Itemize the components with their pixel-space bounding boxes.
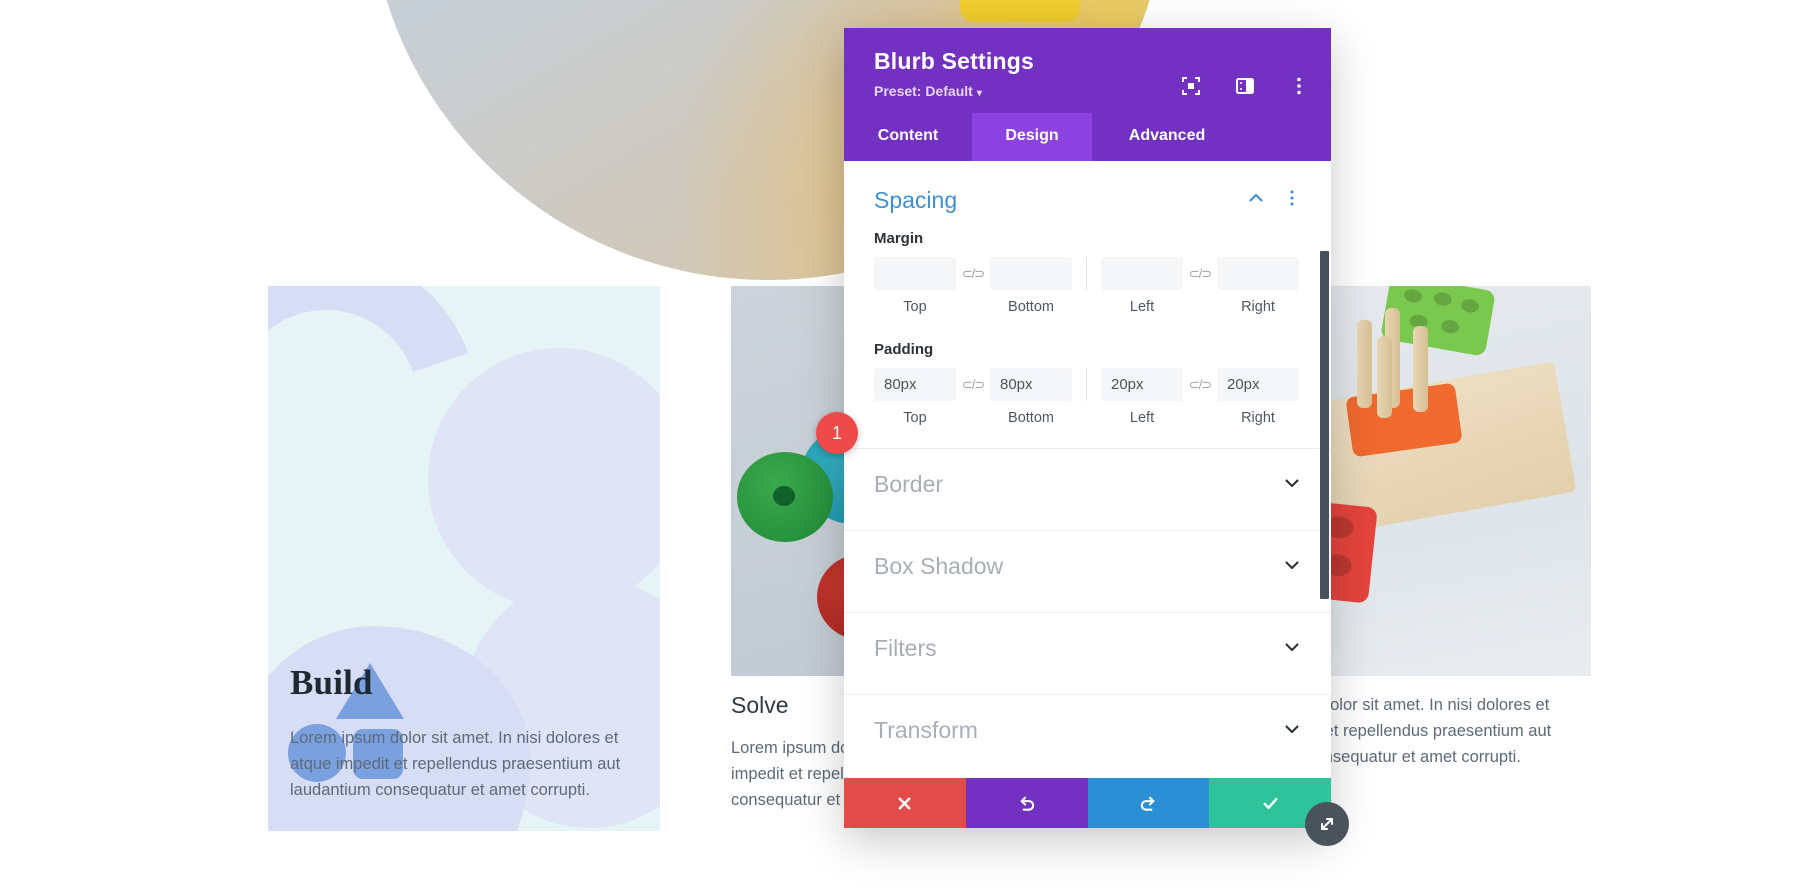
padding-vertical-pair: Top ⊂/⊃ Bottom <box>874 368 1072 426</box>
card-build-title: Build <box>290 662 373 702</box>
spacing-more-options-icon[interactable] <box>1283 189 1301 212</box>
step-badge[interactable]: 1 <box>816 412 858 454</box>
spacing-section-header[interactable]: Spacing <box>844 161 1331 226</box>
padding-right-input[interactable] <box>1217 368 1299 401</box>
tab-design[interactable]: Design <box>972 113 1092 161</box>
modal-body: Spacing Margin Top ⊂/⊃ Bottom Left ⊂/⊃ R… <box>844 161 1331 778</box>
discard-button[interactable] <box>844 778 966 828</box>
section-filters-title: Filters <box>874 635 937 661</box>
tab-advanced[interactable]: Advanced <box>1092 113 1242 161</box>
resize-handle[interactable] <box>1305 802 1349 846</box>
margin-top-caption: Top <box>903 299 927 315</box>
margin-vertical-link-icon[interactable]: ⊂/⊃ <box>956 257 990 290</box>
padding-left-input[interactable] <box>1101 368 1183 401</box>
modal-header: Blurb Settings Preset: Default ▾ <box>844 28 1331 113</box>
chevron-down-icon[interactable] <box>1283 556 1301 578</box>
margin-inputs: Top ⊂/⊃ Bottom Left ⊂/⊃ Right <box>874 257 1301 315</box>
modal-title: Blurb Settings <box>874 48 1034 74</box>
margin-divider <box>1086 257 1087 290</box>
padding-top-input[interactable] <box>874 368 956 401</box>
chevron-up-icon[interactable] <box>1247 189 1265 212</box>
modal-footer <box>844 778 1331 828</box>
modal-header-icons <box>1181 76 1309 96</box>
focus-target-icon[interactable] <box>1181 76 1201 96</box>
modal-scrollbar[interactable] <box>1320 251 1329 599</box>
margin-vertical-pair: Top ⊂/⊃ Bottom <box>874 257 1072 315</box>
hero-yellow-block <box>960 0 1080 22</box>
margin-field-group: Margin Top ⊂/⊃ Bottom Left ⊂/⊃ Right <box>844 226 1331 315</box>
page-root: Build Lorem ipsum dolor sit amet. In nis… <box>0 0 1800 894</box>
padding-bottom-caption: Bottom <box>1008 410 1054 426</box>
padding-bottom-input[interactable] <box>990 368 1072 401</box>
more-options-icon[interactable] <box>1289 76 1309 96</box>
section-box-shadow[interactable]: Box Shadow <box>844 531 1331 602</box>
margin-label: Margin <box>874 230 924 247</box>
card-build-text: Build Lorem ipsum dolor sit amet. In nis… <box>290 663 638 803</box>
margin-left-input[interactable] <box>1101 257 1183 290</box>
margin-top-input[interactable] <box>874 257 956 290</box>
chevron-down-icon[interactable] <box>1283 638 1301 660</box>
padding-top-caption: Top <box>903 410 927 426</box>
modal-tabs: Content Design Advanced <box>844 113 1331 161</box>
margin-right-caption: Right <box>1241 299 1275 315</box>
padding-vertical-link-icon[interactable]: ⊂/⊃ <box>956 368 990 401</box>
padding-label: Padding <box>874 341 934 358</box>
padding-left-caption: Left <box>1129 410 1155 426</box>
blurb-settings-modal[interactable]: Blurb Settings Preset: Default ▾ Content… <box>844 28 1349 846</box>
padding-horizontal-link-icon[interactable]: ⊂/⊃ <box>1183 368 1217 401</box>
section-filters[interactable]: Filters <box>844 613 1331 684</box>
margin-bottom-caption: Bottom <box>1008 299 1054 315</box>
padding-divider <box>1086 368 1087 401</box>
section-box-shadow-title: Box Shadow <box>874 553 1004 579</box>
margin-horizontal-link-icon[interactable]: ⊂/⊃ <box>1183 257 1217 290</box>
wooden-peg <box>1357 320 1372 408</box>
tab-content[interactable]: Content <box>844 113 972 161</box>
spacing-section-title: Spacing <box>874 187 958 213</box>
padding-horizontal-pair: Left ⊂/⊃ Right <box>1101 368 1299 426</box>
margin-right-input[interactable] <box>1217 257 1299 290</box>
section-transform[interactable]: Transform <box>844 695 1331 766</box>
undo-button[interactable] <box>965 778 1088 828</box>
padding-right-caption: Right <box>1241 410 1275 426</box>
panel-layout-icon[interactable] <box>1235 76 1255 96</box>
chevron-down-icon: ▾ <box>976 88 982 99</box>
margin-horizontal-pair: Left ⊂/⊃ Right <box>1101 257 1299 315</box>
margin-bottom-input[interactable] <box>990 257 1072 290</box>
padding-field-group: Padding Top ⊂/⊃ Bottom <box>844 337 1331 426</box>
chevron-down-icon[interactable] <box>1283 720 1301 742</box>
section-transform-title: Transform <box>874 717 978 743</box>
preset-label: Preset: Default <box>874 83 973 99</box>
wooden-peg <box>1377 336 1392 418</box>
padding-inputs: Top ⊂/⊃ Bottom Left <box>874 368 1301 426</box>
wooden-peg <box>1413 326 1428 412</box>
card-build[interactable]: Build Lorem ipsum dolor sit amet. In nis… <box>268 286 660 831</box>
section-border-title: Border <box>874 471 944 497</box>
chevron-down-icon[interactable] <box>1283 474 1301 496</box>
margin-left-caption: Left <box>1129 299 1155 315</box>
section-border[interactable]: Border <box>844 449 1331 520</box>
spacing-section-actions <box>1247 189 1301 212</box>
card-build-body: Lorem ipsum dolor sit amet. In nisi dolo… <box>290 728 621 799</box>
green-ring-toy <box>737 452 833 542</box>
redo-button[interactable] <box>1087 778 1210 828</box>
